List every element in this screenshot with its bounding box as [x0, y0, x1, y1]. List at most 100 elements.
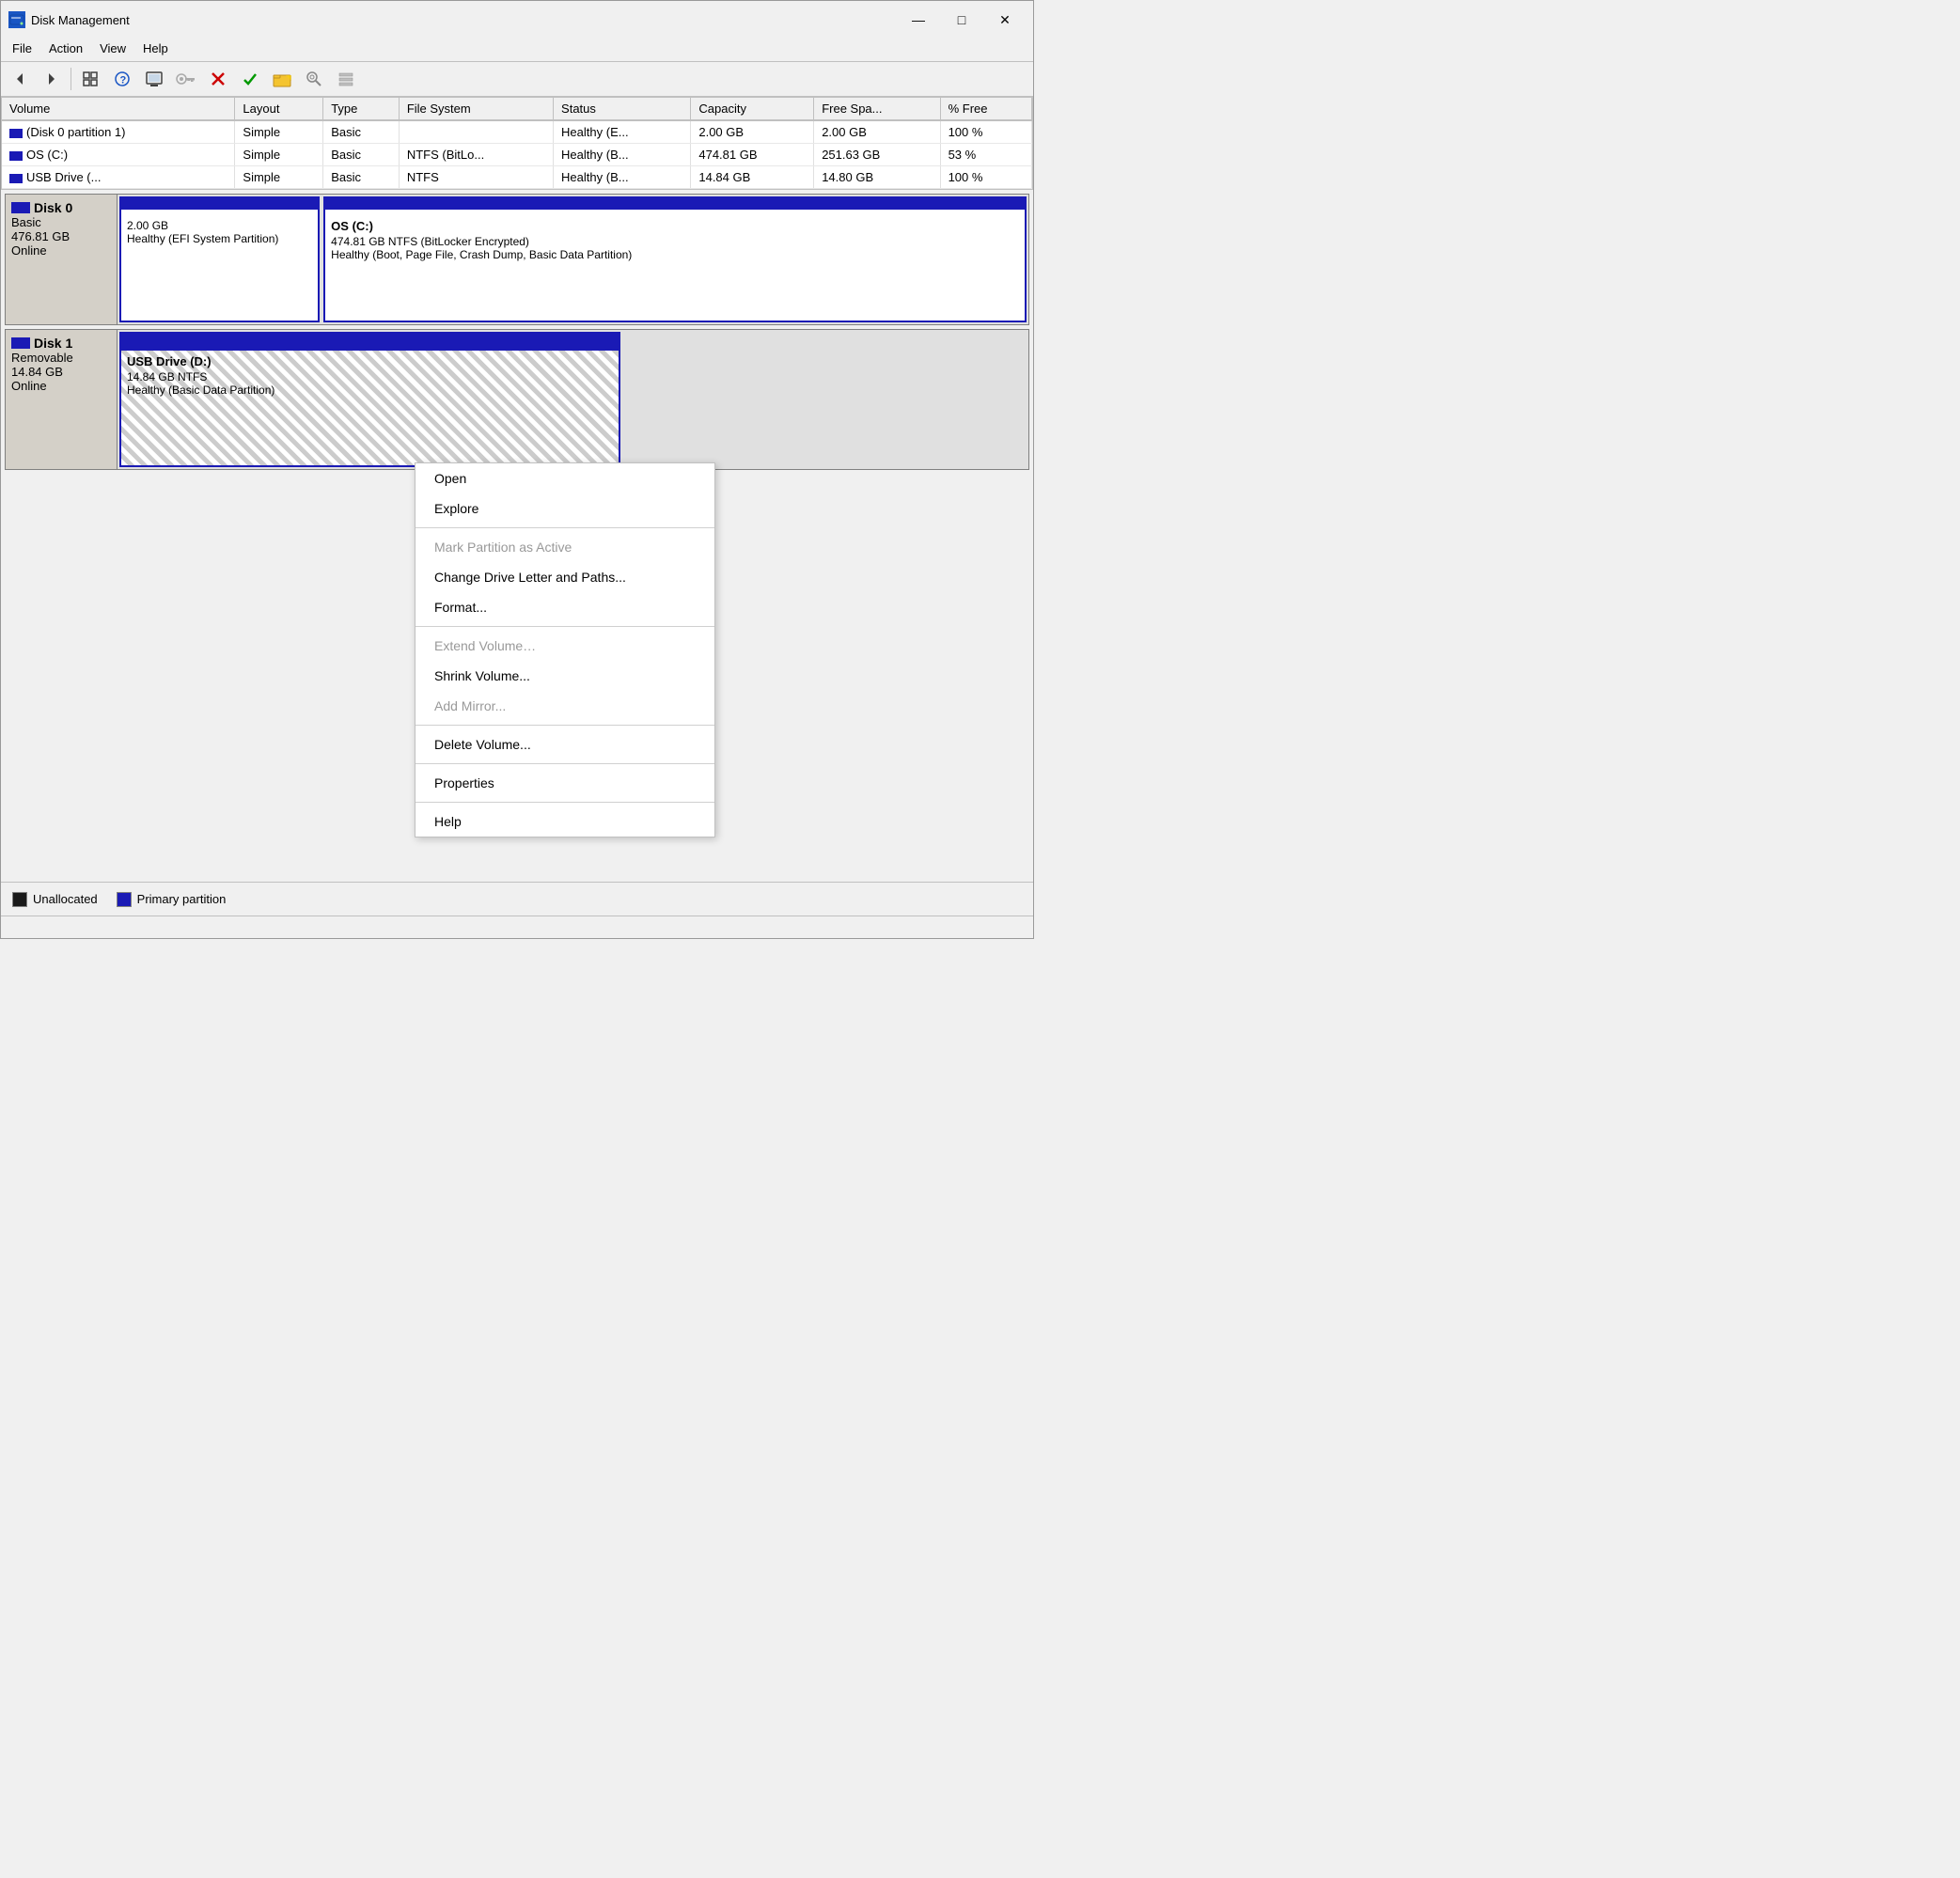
vol-fs: NTFS	[399, 166, 553, 189]
toolbar-search[interactable]	[299, 65, 329, 93]
legend-primary: Primary partition	[117, 892, 227, 907]
ctx-item-shrink-volume---[interactable]: Shrink Volume...	[416, 661, 714, 691]
table-row[interactable]: OS (C:) Simple Basic NTFS (BitLo... Heal…	[2, 144, 1032, 166]
close-button[interactable]: ✕	[984, 7, 1026, 33]
menu-view[interactable]: View	[92, 39, 133, 58]
usb-partition-name: USB Drive (D:)	[127, 354, 613, 368]
vol-free: 2.00 GB	[814, 120, 940, 144]
ctx-item-help[interactable]: Help	[416, 806, 714, 837]
ctx-separator	[416, 725, 714, 726]
toolbar-key[interactable]	[171, 65, 201, 93]
toolbar-check[interactable]	[235, 65, 265, 93]
col-filesystem: File System	[399, 98, 553, 120]
window-controls: — □ ✕	[898, 7, 1026, 33]
disk1-status: Online	[11, 379, 111, 393]
ctx-item-explore[interactable]: Explore	[416, 493, 714, 524]
context-menu: OpenExplore Mark Partition as ActiveChang…	[415, 462, 715, 837]
primary-label: Primary partition	[137, 892, 227, 906]
efi-size: 2.00 GB	[127, 219, 312, 232]
disk0-name: Disk 0	[34, 200, 72, 215]
vol-type: Basic	[323, 166, 400, 189]
disk1-type: Removable	[11, 351, 111, 365]
disk1-size: 14.84 GB	[11, 365, 111, 379]
vol-status: Healthy (B...	[554, 144, 691, 166]
ctx-item-format---[interactable]: Format...	[416, 592, 714, 622]
vol-name: (Disk 0 partition 1)	[2, 120, 235, 144]
disk0-size: 476.81 GB	[11, 229, 111, 243]
toolbar-help[interactable]: ?	[107, 65, 137, 93]
vol-name: USB Drive (...	[2, 166, 235, 189]
vol-capacity: 2.00 GB	[691, 120, 814, 144]
toolbar-folder[interactable]	[267, 65, 297, 93]
disk1-label: Disk 1 Removable 14.84 GB Online	[5, 329, 118, 470]
disk1-usb-partition[interactable]: USB Drive (D:) 14.84 GB NTFS Healthy (Ba…	[119, 332, 620, 467]
ctx-item-extend-volume-: Extend Volume…	[416, 631, 714, 661]
disk0-type: Basic	[11, 215, 111, 229]
vol-fs: NTFS (BitLo...	[399, 144, 553, 166]
table-row[interactable]: USB Drive (... Simple Basic NTFS Healthy…	[2, 166, 1032, 189]
menu-help[interactable]: Help	[135, 39, 176, 58]
efi-status: Healthy (EFI System Partition)	[127, 232, 312, 245]
legend-bar: Unallocated Primary partition	[1, 882, 1033, 916]
table-row[interactable]: (Disk 0 partition 1) Simple Basic Health…	[2, 120, 1032, 144]
ctx-separator	[416, 527, 714, 528]
vol-type: Basic	[323, 120, 400, 144]
svg-text:?: ?	[120, 75, 127, 86]
ctx-item-open[interactable]: Open	[416, 463, 714, 493]
toolbar-list[interactable]	[331, 65, 361, 93]
col-status: Status	[554, 98, 691, 120]
menu-action[interactable]: Action	[41, 39, 90, 58]
toolbar-display[interactable]	[139, 65, 169, 93]
vol-pct: 100 %	[940, 120, 1031, 144]
restore-button[interactable]: □	[941, 7, 982, 33]
col-freespace: Free Spa...	[814, 98, 940, 120]
disk0-os-partition[interactable]: OS (C:) 474.81 GB NTFS (BitLocker Encryp…	[323, 196, 1027, 322]
vol-type: Basic	[323, 144, 400, 166]
disk-management-window: Disk Management — □ ✕ File Action View H…	[0, 0, 1034, 939]
vol-layout: Simple	[235, 144, 323, 166]
toolbar-grid[interactable]	[75, 65, 105, 93]
toolbar: ?	[1, 61, 1033, 97]
ctx-separator	[416, 626, 714, 627]
disk1-row: Disk 1 Removable 14.84 GB Online USB Dri…	[5, 329, 1029, 470]
usb-size: 14.84 GB NTFS	[127, 370, 613, 383]
vol-status: Healthy (E...	[554, 120, 691, 144]
os-status: Healthy (Boot, Page File, Crash Dump, Ba…	[331, 248, 1019, 261]
vol-free: 14.80 GB	[814, 166, 940, 189]
toolbar-forward[interactable]	[37, 65, 67, 93]
vol-name: OS (C:)	[2, 144, 235, 166]
disk1-name: Disk 1	[34, 336, 72, 351]
vol-capacity: 14.84 GB	[691, 166, 814, 189]
toolbar-delete[interactable]	[203, 65, 233, 93]
menubar: File Action View Help	[1, 35, 1033, 61]
window-title: Disk Management	[31, 13, 898, 27]
minimize-button[interactable]: —	[898, 7, 939, 33]
disk0-status: Online	[11, 243, 111, 258]
col-capacity: Capacity	[691, 98, 814, 120]
vol-capacity: 474.81 GB	[691, 144, 814, 166]
menu-file[interactable]: File	[5, 39, 39, 58]
ctx-item-properties[interactable]: Properties	[416, 768, 714, 798]
ctx-item-delete-volume---[interactable]: Delete Volume...	[416, 729, 714, 759]
unallocated-label: Unallocated	[33, 892, 98, 906]
app-icon	[8, 11, 25, 28]
vol-layout: Simple	[235, 166, 323, 189]
os-partition-name: OS (C:)	[331, 219, 1019, 233]
vol-free: 251.63 GB	[814, 144, 940, 166]
ctx-separator	[416, 802, 714, 803]
vol-layout: Simple	[235, 120, 323, 144]
col-pctfree: % Free	[940, 98, 1031, 120]
ctx-item-change-drive-letter-and-paths---[interactable]: Change Drive Letter and Paths...	[416, 562, 714, 592]
os-size: 474.81 GB NTFS (BitLocker Encrypted)	[331, 235, 1019, 248]
vol-pct: 100 %	[940, 166, 1031, 189]
disk0-partitions: 2.00 GB Healthy (EFI System Partition) O…	[118, 194, 1029, 325]
ctx-item-mark-partition-as-active: Mark Partition as Active	[416, 532, 714, 562]
disk-area: Disk 0 Basic 476.81 GB Online 2.00 GB He…	[1, 190, 1033, 882]
volume-table-container: Volume Layout Type File System Status Ca…	[1, 97, 1033, 190]
titlebar: Disk Management — □ ✕	[1, 1, 1033, 35]
disk0-row: Disk 0 Basic 476.81 GB Online 2.00 GB He…	[5, 194, 1029, 325]
toolbar-back[interactable]	[5, 65, 35, 93]
status-bar	[1, 916, 1033, 938]
ctx-separator	[416, 763, 714, 764]
disk0-efi-partition[interactable]: 2.00 GB Healthy (EFI System Partition)	[119, 196, 320, 322]
